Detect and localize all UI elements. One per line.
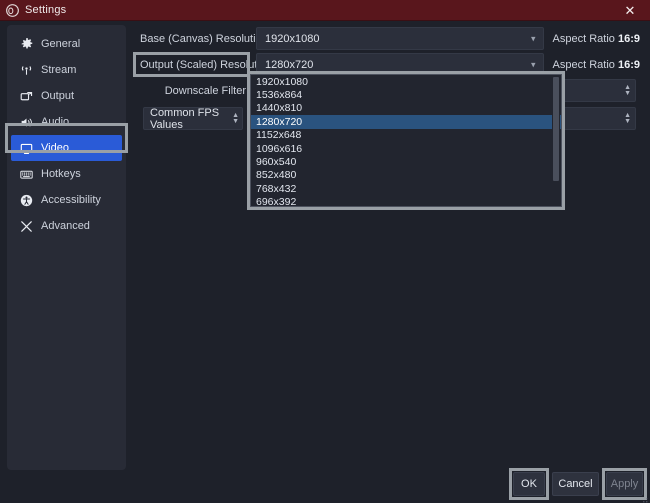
sidebar-item-accessibility[interactable]: Accessibility	[7, 187, 126, 213]
window-title: Settings	[25, 4, 67, 16]
sidebar-item-label: Output	[41, 90, 75, 102]
title-bar[interactable]: Settings ✕	[0, 0, 650, 21]
base-aspect-label: Aspect Ratio	[552, 32, 615, 45]
dropdown-option[interactable]: 1096x616	[251, 142, 561, 155]
sidebar-item-hotkeys[interactable]: Hotkeys	[7, 161, 126, 187]
monitor-icon	[19, 141, 34, 156]
output-aspect-label: Aspect Ratio	[552, 58, 615, 71]
dropdown-option-selected[interactable]: 1280x720	[251, 115, 561, 129]
sidebar-item-label: Audio	[41, 116, 70, 128]
spinner-arrows-icon[interactable]: ▲ ▼	[624, 84, 631, 97]
sidebar-item-stream[interactable]: Stream	[7, 57, 126, 83]
fps-type-combobox[interactable]: Common FPS Values ▲ ▼	[143, 106, 243, 131]
dropdown-option[interactable]: 960x540	[251, 155, 561, 168]
dropdown-list: 1920x1080 1536x864 1440x810 1280x720 115…	[250, 74, 562, 207]
downscale-filter-label: Downscale Filter	[164, 84, 246, 97]
chevron-down-icon: ▾	[531, 59, 536, 69]
sidebar-item-label: Video	[41, 142, 69, 154]
output-resolution-label: Output (Scaled) Resolution	[140, 58, 273, 71]
speaker-icon	[19, 115, 34, 130]
sidebar-item-label: Advanced	[41, 220, 90, 232]
base-resolution-row: Base (Canvas) Resolution 1920x1080 ▾ Asp…	[140, 27, 640, 50]
settings-sidebar: General Stream Output Audio Video Hotkey…	[7, 25, 126, 470]
spinner-arrows-icon[interactable]: ▲ ▼	[624, 112, 631, 125]
sidebar-item-label: General	[41, 38, 81, 50]
output-aspect-value: 16:9	[617, 58, 640, 71]
fps-type-row: Common FPS Values ▲ ▼	[143, 106, 243, 131]
sidebar-item-label: Accessibility	[41, 194, 101, 206]
resize-grip-icon[interactable]	[640, 493, 648, 503]
dropdown-option[interactable]: 1152x648	[251, 129, 561, 142]
output-resolution-value: 1280x720	[265, 58, 314, 71]
tools-icon	[19, 219, 34, 234]
sidebar-item-label: Stream	[41, 64, 77, 76]
fps-type-value: Common FPS Values	[150, 106, 220, 131]
chevron-down-icon: ▾	[531, 33, 536, 43]
dropdown-option[interactable]: 1440x810	[251, 102, 561, 115]
dropdown-scrollbar[interactable]	[552, 76, 560, 205]
keyboard-icon	[19, 167, 34, 182]
close-icon[interactable]: ✕	[610, 0, 650, 21]
sidebar-item-general[interactable]: General	[7, 31, 126, 57]
dropdown-option[interactable]: 696x392	[251, 196, 561, 206]
output-icon	[19, 89, 34, 104]
dropdown-option[interactable]: 852x480	[251, 169, 561, 182]
output-aspect-ratio: Aspect Ratio 16:9	[553, 59, 640, 71]
base-aspect-value: 16:9	[617, 32, 640, 45]
sidebar-item-output[interactable]: Output	[7, 83, 126, 109]
base-resolution-label: Base (Canvas) Resolution	[140, 32, 268, 45]
dropdown-option[interactable]: 1536x864	[251, 88, 561, 101]
sidebar-item-advanced[interactable]: Advanced	[7, 213, 126, 239]
settings-window: Settings ✕ General Stream Output Audio V…	[0, 0, 650, 503]
base-resolution-combobox[interactable]: 1920x1080 ▾	[256, 27, 544, 50]
obs-logo-icon	[6, 3, 19, 17]
gear-icon	[19, 37, 34, 52]
sidebar-item-audio[interactable]: Audio	[7, 109, 126, 135]
scrollbar-thumb[interactable]	[553, 77, 559, 181]
cancel-button[interactable]: Cancel	[552, 472, 599, 496]
downscale-filter-field[interactable]: ▲ ▼	[556, 79, 636, 102]
sidebar-item-label: Hotkeys	[41, 168, 81, 180]
broadcast-icon	[19, 63, 34, 78]
dropdown-option[interactable]: 1920x1080	[251, 75, 561, 88]
apply-button[interactable]: Apply	[606, 472, 643, 496]
base-aspect-ratio: Aspect Ratio 16:9	[553, 33, 640, 45]
fps-value-field[interactable]: ▲ ▼	[556, 107, 636, 130]
base-resolution-value: 1920x1080	[265, 32, 320, 45]
accessibility-icon	[19, 193, 34, 208]
ok-button[interactable]: OK	[513, 472, 545, 496]
output-resolution-dropdown[interactable]: 1920x1080 1536x864 1440x810 1280x720 115…	[247, 71, 565, 210]
dropdown-option[interactable]: 768x432	[251, 182, 561, 195]
sidebar-item-video[interactable]: Video	[11, 135, 122, 161]
spinner-arrows-icon[interactable]: ▲ ▼	[232, 112, 239, 125]
